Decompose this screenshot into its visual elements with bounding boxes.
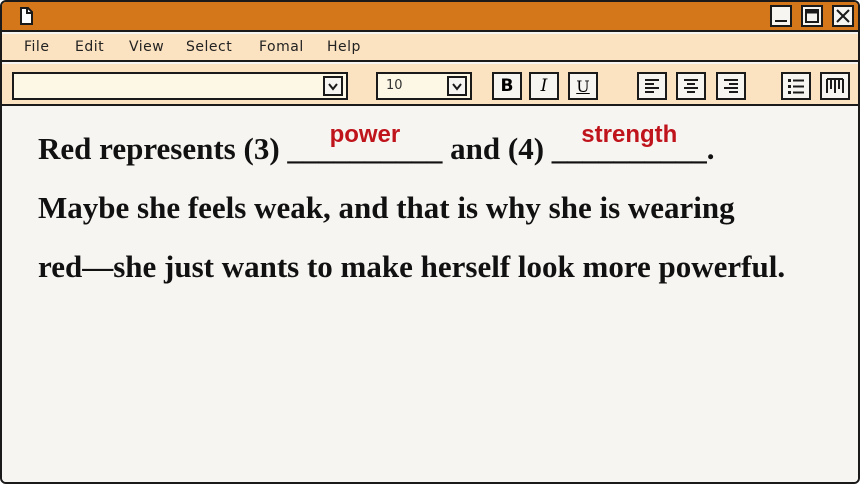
toolbar: 10 B I U xyxy=(2,64,858,106)
title-bar[interactable] xyxy=(2,2,858,32)
align-left-button[interactable] xyxy=(637,72,667,100)
size-dropdown-button[interactable] xyxy=(447,76,467,96)
align-right-button[interactable] xyxy=(716,72,746,100)
answer-3: power xyxy=(329,121,401,148)
bullet-list-icon xyxy=(788,79,804,94)
app-window: File Edit View Select Fomal Help 10 B I … xyxy=(0,0,860,484)
menu-file[interactable]: File xyxy=(24,39,49,55)
align-center-button[interactable] xyxy=(676,72,706,100)
blank-4: __________ strength xyxy=(552,121,707,167)
menu-select[interactable]: Select xyxy=(186,39,232,55)
bold-button[interactable]: B xyxy=(492,72,522,100)
menu-bar: File Edit View Select Fomal Help xyxy=(2,34,858,62)
align-center-icon xyxy=(684,79,698,93)
columns-icon xyxy=(826,78,844,93)
maximize-button[interactable] xyxy=(801,5,823,27)
align-left-icon xyxy=(645,79,659,93)
close-icon xyxy=(836,9,850,23)
answer-4: strength xyxy=(581,121,678,148)
document-area[interactable]: Red represents (3) __________ power and … xyxy=(2,108,858,482)
menu-edit[interactable]: Edit xyxy=(75,39,104,55)
close-button[interactable] xyxy=(832,5,854,27)
text-line-3: red—she just wants to make herself look … xyxy=(38,249,786,284)
font-size-value: 10 xyxy=(386,78,403,93)
sentence-part: Red represents (3) xyxy=(38,131,280,166)
minimize-button[interactable] xyxy=(770,5,792,27)
menu-help[interactable]: Help xyxy=(327,39,361,55)
sentence-part: and (4) xyxy=(450,131,545,166)
chevron-down-icon xyxy=(452,83,462,91)
chevron-down-icon xyxy=(328,83,338,91)
text-line-1: Red represents (3) __________ power and … xyxy=(38,121,715,167)
columns-button[interactable] xyxy=(820,72,850,100)
text-line-2: Maybe she feels weak, and that is why sh… xyxy=(38,190,735,225)
sentence-end: . xyxy=(706,131,715,166)
blank-3: __________ power xyxy=(287,121,442,167)
align-right-icon xyxy=(724,79,738,93)
underline-button[interactable]: U xyxy=(568,72,598,100)
minimize-icon xyxy=(775,20,787,22)
document-icon xyxy=(20,7,33,25)
bullet-list-button[interactable] xyxy=(781,72,811,100)
menu-format[interactable]: Fomal xyxy=(259,39,304,55)
font-family-select[interactable] xyxy=(12,72,348,100)
maximize-icon xyxy=(805,9,819,23)
font-size-select[interactable]: 10 xyxy=(376,72,472,100)
italic-button[interactable]: I xyxy=(529,72,559,100)
font-dropdown-button[interactable] xyxy=(323,76,343,96)
menu-view[interactable]: View xyxy=(129,39,164,55)
